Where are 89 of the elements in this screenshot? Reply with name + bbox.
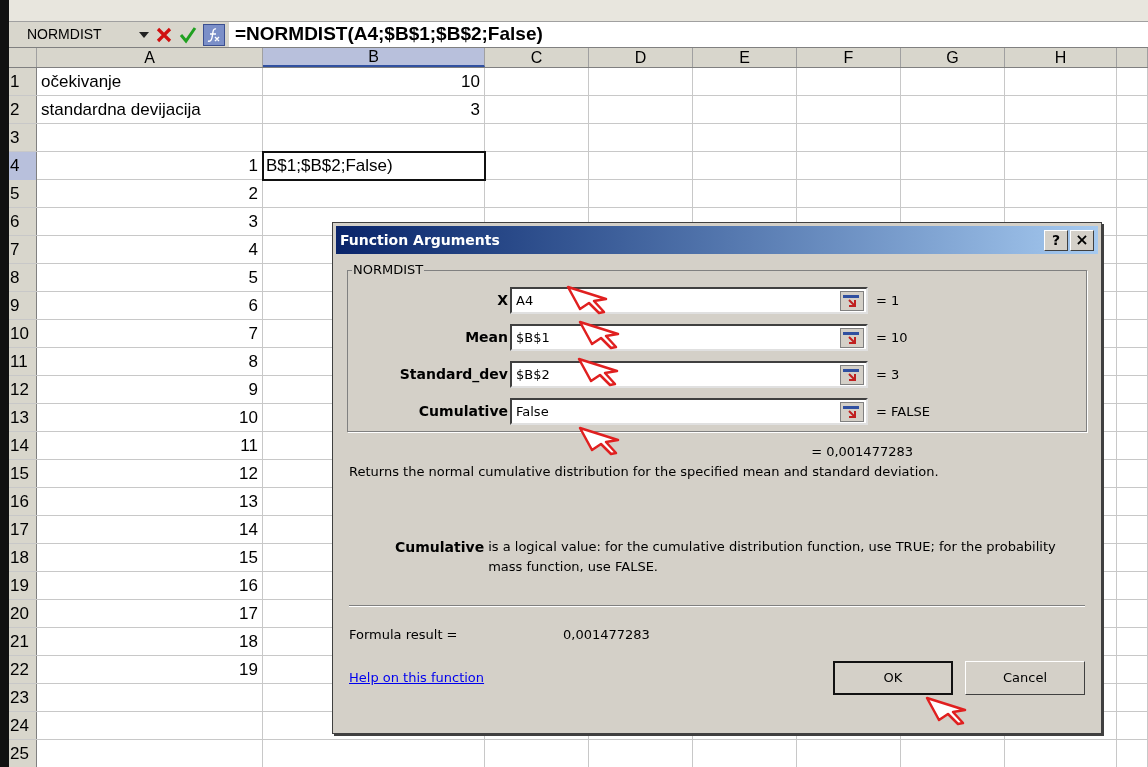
row-header[interactable]: 2 (9, 96, 37, 123)
number-cell-text: 19 (239, 658, 258, 681)
column-header[interactable]: C (485, 48, 589, 67)
number-cell-text: 5 (248, 266, 258, 289)
number-cell-text: 17 (239, 602, 258, 625)
row-header[interactable]: 13 (9, 404, 37, 431)
help-link[interactable]: Help on this function (349, 667, 485, 688)
dialog-button[interactable]: Cancel (965, 660, 1085, 695)
row-header[interactable]: 11 (9, 348, 37, 375)
number-cell-text: 11 (240, 434, 258, 457)
number-cell-text: 16 (239, 574, 258, 597)
row-header[interactable]: 12 (9, 376, 37, 403)
number-cell-text: 3 (248, 210, 258, 233)
text-cell-text: očekivanje (41, 70, 122, 93)
row-header[interactable]: 23 (9, 684, 37, 711)
argument-field[interactable]: A4 (510, 287, 868, 314)
number-cell-text: 2 (248, 182, 258, 205)
formula-text[interactable]: =NORMDIST(A4;$B$1;$B$2;False) (229, 20, 543, 49)
row-header[interactable]: 21 (9, 628, 37, 655)
collapse-dialog-icon[interactable] (840, 327, 864, 348)
formula-result-value: 0,001477283 (563, 626, 650, 644)
number-cell-text: 10 (461, 70, 480, 93)
row-header[interactable]: 3 (9, 124, 37, 151)
row-header[interactable]: 1 (9, 68, 37, 95)
dialog-title: Function Arguments (340, 230, 500, 250)
number-cell-text: 7 (248, 322, 258, 345)
column-header[interactable]: G (901, 48, 1005, 67)
row-header[interactable]: 18 (9, 544, 37, 571)
dropdown-icon[interactable] (139, 31, 149, 38)
help-button[interactable]: ? (1044, 229, 1068, 251)
active-cell[interactable]: B$1;$B$2;False) (262, 151, 486, 181)
column-header[interactable]: F (797, 48, 901, 67)
collapse-dialog-icon[interactable] (840, 364, 864, 385)
argument-field[interactable]: False (510, 398, 868, 425)
number-cell-text: 9 (248, 378, 258, 401)
column-header[interactable]: B (263, 48, 485, 67)
row-header[interactable]: 24 (9, 712, 37, 739)
function-description: Returns the normal cumulative distribution for the specified mean and standard deviation. (349, 463, 939, 479)
row-header[interactable]: 16 (9, 488, 37, 515)
row-header[interactable]: 4 (9, 152, 37, 180)
name-box[interactable]: NORMDIST (9, 22, 139, 47)
number-cell-text: 3 (470, 98, 480, 121)
number-cell-text: 12 (239, 462, 258, 485)
formula-result-label: Formula result = (349, 626, 459, 644)
argument-result: = 1 (875, 291, 900, 310)
row-header[interactable]: 20 (9, 600, 37, 627)
number-cell-text: 10 (239, 406, 258, 429)
collapse-dialog-icon[interactable] (840, 401, 864, 422)
argument-help-text: is a logical value: for the cumulative distribution function, use TRUE; for the probability mass function, use FALSE. (488, 538, 1057, 576)
argument-result: = 3 (875, 365, 900, 384)
number-cell-text: 1 (248, 155, 258, 177)
argument-field[interactable]: $B$1 (510, 324, 868, 351)
argument-label: X (496, 291, 509, 310)
row-header[interactable]: 14 (9, 432, 37, 459)
argument-result: = 10 (875, 328, 908, 347)
argument-field[interactable]: $B$2 (510, 361, 868, 388)
row-header[interactable]: 7 (9, 236, 37, 263)
collapse-dialog-icon[interactable] (840, 290, 864, 311)
column-header[interactable]: D (589, 48, 693, 67)
column-header[interactable]: E (693, 48, 797, 67)
column-header[interactable]: H (1005, 48, 1117, 67)
number-cell-text: 4 (248, 238, 258, 261)
function-result: = 0,001477283 (811, 443, 913, 461)
number-cell-text: 18 (239, 630, 258, 653)
row-header[interactable]: 9 (9, 292, 37, 319)
close-button[interactable]: × (1070, 229, 1094, 251)
argument-result: = FALSE (875, 402, 930, 421)
row-header[interactable]: 8 (9, 264, 37, 291)
row-header[interactable]: 19 (9, 572, 37, 599)
number-cell-text: 14 (239, 518, 258, 541)
argument-label: Cumulative (417, 402, 509, 421)
row-header[interactable]: 6 (9, 208, 37, 235)
argument-help-name: Cumulative (395, 538, 486, 557)
argument-label: Standard_dev (398, 365, 509, 385)
row-header[interactable]: 5 (9, 180, 37, 207)
dialog-button[interactable]: OK (833, 660, 953, 695)
argument-label: Mean (464, 328, 509, 347)
number-cell-text: 6 (248, 294, 258, 317)
number-cell-text: 8 (248, 350, 258, 373)
row-header[interactable]: 10 (9, 320, 37, 347)
cancel-icon[interactable] (155, 25, 173, 44)
row-header[interactable]: 25 (9, 740, 37, 767)
row-header[interactable]: 15 (9, 460, 37, 487)
insert-function-icon[interactable] (203, 23, 225, 46)
row-header[interactable]: 17 (9, 516, 37, 543)
text-cell-text: standardna devijacija (41, 98, 201, 121)
number-cell-text: 15 (239, 546, 258, 569)
number-cell-text: 13 (239, 490, 258, 513)
row-header[interactable]: 22 (9, 656, 37, 683)
